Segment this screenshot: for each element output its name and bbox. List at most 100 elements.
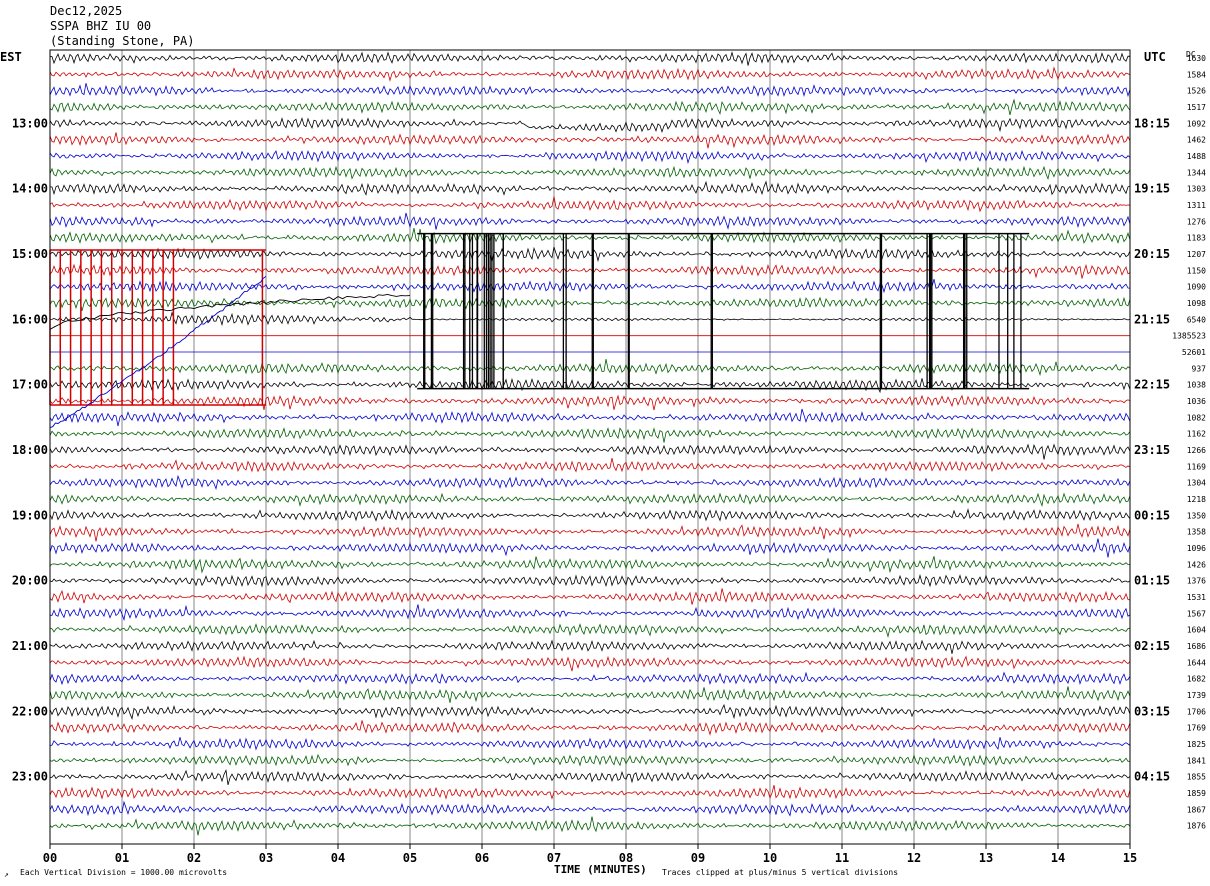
dc-offset-label: 1462: [1187, 136, 1206, 145]
dc-offset-label: 1706: [1187, 707, 1206, 716]
dc-offset-label: 937: [1192, 364, 1207, 373]
x-tick-label: 03: [259, 851, 273, 865]
left-hour-label: 23:00: [12, 770, 48, 784]
dc-offset-label: 1426: [1187, 560, 1206, 569]
trace-line: [49, 443, 1131, 460]
dc-offset-label: 1526: [1187, 87, 1206, 96]
dc-offset-label: 1350: [1187, 511, 1206, 520]
x-tick-label: 06: [475, 851, 489, 865]
trace-line: [49, 671, 1131, 686]
right-hour-label: 02:15: [1134, 639, 1170, 653]
scale-note: Each Vertical Division = 1000.00 microvo…: [20, 868, 228, 877]
x-tick-label: 01: [115, 851, 129, 865]
x-tick-label: 12: [907, 851, 921, 865]
x-tick-label: 02: [187, 851, 201, 865]
dc-offset-label: 1098: [1187, 299, 1206, 308]
trace-line: [49, 165, 1131, 181]
trace-line: [49, 800, 1131, 817]
dc-offset-label: 1082: [1187, 413, 1206, 422]
dc-offset-label: 1036: [1187, 397, 1206, 406]
trace-line: [49, 279, 1131, 294]
dc-offset-label: 1385523: [1172, 332, 1206, 341]
trace-line: [49, 458, 1131, 473]
dc-offset-label: 1876: [1187, 822, 1206, 831]
right-hour-label: 23:15: [1134, 443, 1170, 457]
right-hour-label: 01:15: [1134, 574, 1170, 588]
dc-offset-label: 1517: [1187, 103, 1206, 112]
trace-line: [49, 655, 1131, 672]
x-tick-label: 04: [331, 851, 345, 865]
dc-offset-label: 1304: [1187, 479, 1206, 488]
trace-line: [49, 427, 1131, 443]
trace-line: [49, 66, 1131, 82]
dc-offset-label: 1169: [1187, 462, 1206, 471]
dc-offset-label: 1276: [1187, 217, 1206, 226]
dc-offset-label: 1855: [1187, 773, 1206, 782]
dc-offset-label: 1630: [1187, 54, 1206, 63]
clip-note: Traces clipped at plus/minus 5 vertical …: [662, 868, 899, 877]
dc-offset-label: 1303: [1187, 185, 1206, 194]
trace-line: [49, 51, 1131, 66]
right-hour-label: 18:15: [1134, 116, 1170, 130]
minute-gridlines: [121, 50, 1059, 844]
trace-line: [49, 686, 1131, 703]
trace-line: [49, 394, 1131, 411]
dc-offset-label: 52601: [1182, 348, 1206, 357]
dc-offset-label: 1682: [1187, 675, 1206, 684]
left-hour-label: 20:00: [12, 574, 48, 588]
dc-offset-labels: 1630 1584 1526 1517 1092 1462 1488 1344 1303 1311…: [1172, 54, 1206, 831]
dc-offset-label: 1207: [1187, 250, 1206, 259]
trace-line: [49, 150, 1131, 165]
dc-offset-label: 1092: [1187, 119, 1206, 128]
trace-line: [49, 359, 1131, 377]
right-hour-label: 21:15: [1134, 312, 1170, 326]
left-hour-label: 13:00: [12, 116, 48, 130]
dc-offset-label: 1686: [1187, 642, 1206, 651]
trace-line: [50, 604, 1131, 622]
x-tick-label: 11: [835, 851, 849, 865]
left-hour-label: 21:00: [12, 639, 48, 653]
right-hour-labels: 18:15 19:15 20:15 21:15 22:15 23:15 00:15 01:15…: [1134, 116, 1170, 783]
dc-offset-label: 1358: [1187, 528, 1206, 537]
x-tick-labels: 00 01 02 03 04 05 06 07 08 09 10 11 12 13 14 15: [43, 844, 1137, 865]
trace-line: [49, 212, 1131, 230]
dc-offset-label: 1825: [1187, 740, 1206, 749]
trace-line: [49, 296, 1131, 311]
dc-offset-label: 1090: [1187, 283, 1206, 292]
dc-offset-label: 1266: [1187, 446, 1206, 455]
helicorder-plot: 00 01 02 03 04 05 06 07 08 09 10 11 12 13 14 15 13:0014…: [12, 49, 1206, 865]
dc-offset-label: 1311: [1187, 201, 1206, 210]
trace-line: [49, 769, 1131, 786]
dc-offset-label: 1867: [1187, 805, 1206, 814]
dc-offset-label: 1841: [1187, 756, 1206, 765]
trace-line: [49, 623, 1131, 638]
trace-line: [49, 408, 1131, 427]
dc-offset-label: 6540: [1187, 315, 1206, 324]
dc-offset-label: 1567: [1187, 609, 1206, 618]
event-markers: [49, 232, 1030, 429]
dc-offset-label: 1769: [1187, 724, 1206, 733]
dc-offset-label: 1096: [1187, 544, 1206, 553]
left-hour-labels: 13:00 14:00 15:00 16:00 17:00 18:00 19:00 20:00…: [12, 116, 48, 783]
trace-line: [49, 228, 1131, 245]
left-hour-label: 22:00: [12, 704, 48, 718]
dc-offset-label: 1150: [1187, 266, 1206, 275]
x-tick-label: 15: [1123, 851, 1137, 865]
trace-line: [49, 311, 1131, 327]
dc-offset-label: 1739: [1187, 691, 1206, 700]
trace-line: [49, 492, 1131, 508]
trace-line: [49, 720, 1131, 736]
x-axis-title: TIME (MINUTES): [554, 863, 647, 876]
seismic-traces: [49, 51, 1131, 836]
trace-line: [49, 117, 1131, 133]
trace-line: [49, 639, 1131, 654]
dc-offset-label: 1162: [1187, 430, 1206, 439]
dc-offset-label: 1376: [1187, 577, 1206, 586]
dc-offset-label: 1488: [1187, 152, 1206, 161]
drift-trace: [49, 293, 411, 330]
dc-offset-label: 1218: [1187, 495, 1206, 504]
trace-line: [49, 785, 1131, 800]
left-hour-label: 14:00: [12, 182, 48, 196]
right-hour-label: 22:15: [1134, 378, 1170, 392]
trace-line: [49, 753, 1130, 767]
